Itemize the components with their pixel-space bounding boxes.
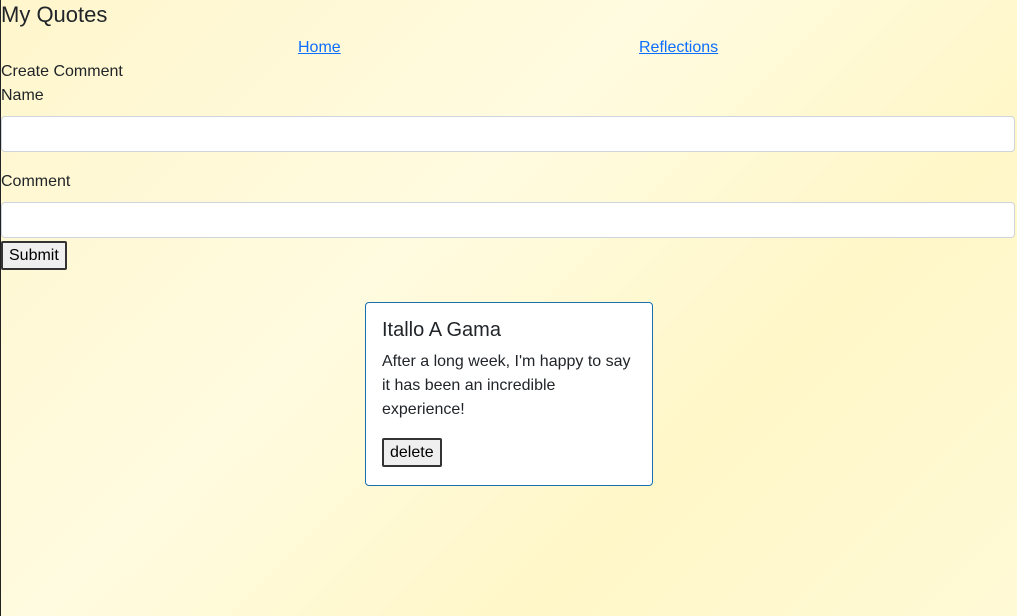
comment-label: Comment bbox=[1, 173, 71, 190]
page-title: My Quotes bbox=[1, 2, 108, 27]
comment-author: Itallo A Gama bbox=[382, 319, 501, 341]
form-heading: Create Comment bbox=[1, 63, 123, 80]
comment-text: After a long week, I'm happy to say it h… bbox=[382, 353, 631, 418]
submit-button[interactable]: Submit bbox=[1, 241, 67, 270]
comment-card: Itallo A Gama After a long week, I'm hap… bbox=[365, 302, 653, 486]
nav-link-reflections[interactable]: Reflections bbox=[639, 39, 718, 57]
nav-link-home[interactable]: Home bbox=[298, 39, 341, 57]
comment-input[interactable] bbox=[1, 202, 1015, 238]
delete-button[interactable]: delete bbox=[382, 438, 442, 467]
name-label: Name bbox=[1, 87, 44, 104]
name-input[interactable] bbox=[1, 116, 1015, 152]
